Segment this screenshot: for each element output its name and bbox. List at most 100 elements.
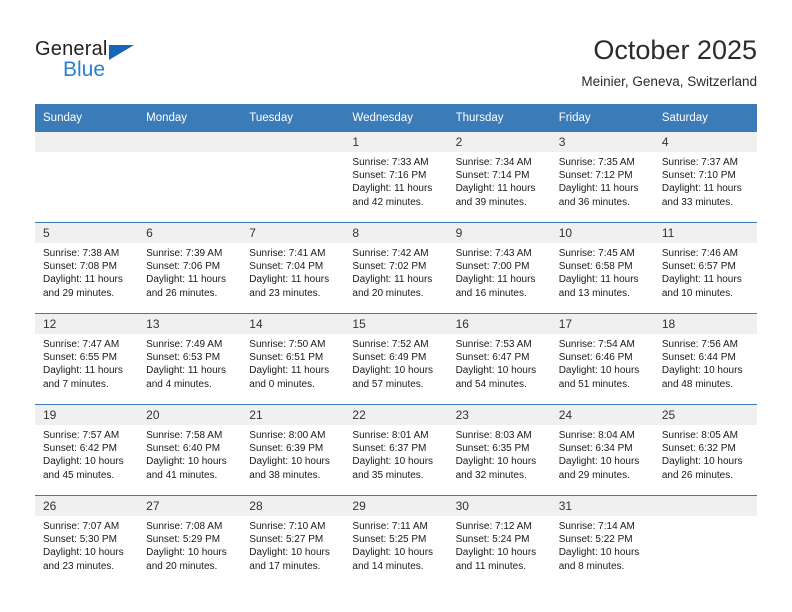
day-number: 12 xyxy=(35,314,139,334)
sunrise-sunset-calendar: Sunday Monday Tuesday Wednesday Thursday… xyxy=(35,104,757,586)
weekday-header-tuesday: Tuesday xyxy=(241,104,345,132)
day-details: Sunrise: 8:03 AM Sunset: 6:35 PM Daylight:… xyxy=(448,425,551,482)
calendar-day-cell[interactable]: 5 Sunrise: 7:38 AM Sunset: 7:08 PM Daylight… xyxy=(35,222,139,314)
daylight-duration-line2: and 29 minutes. xyxy=(558,469,630,481)
day-details: Sunrise: 7:47 AM Sunset: 6:55 PM Daylight:… xyxy=(35,334,138,391)
day-details: Sunrise: 8:00 AM Sunset: 6:39 PM Daylight:… xyxy=(241,425,344,482)
calendar-day-cell[interactable]: 1 Sunrise: 7:33 AM Sunset: 7:16 PM Daylight… xyxy=(344,132,448,223)
calendar-day-cell[interactable]: 31 Sunrise: 7:14 AM Sunset: 5:22 PM Dayligh… xyxy=(550,495,654,586)
calendar-day-cell[interactable]: 27 Sunrise: 7:08 AM Sunset: 5:29 PM Dayligh… xyxy=(138,495,242,586)
day-number: 28 xyxy=(241,496,345,516)
calendar-page: General Blue October 2025 Meinier, Genev… xyxy=(0,0,792,612)
daylight-duration-line1: Daylight: 11 hours xyxy=(558,274,639,286)
calendar-day-cell[interactable]: 16 Sunrise: 7:53 AM Sunset: 6:47 PM Dayligh… xyxy=(447,313,551,405)
calendar-day-cell[interactable]: 26 Sunrise: 7:07 AM Sunset: 5:30 PM Dayligh… xyxy=(35,495,139,586)
sunset-time: Sunset: 7:08 PM xyxy=(43,261,117,273)
calendar-day-cell[interactable]: 29 Sunrise: 7:11 AM Sunset: 5:25 PM Dayligh… xyxy=(344,495,448,586)
calendar-day-cell[interactable]: 15 Sunrise: 7:52 AM Sunset: 6:49 PM Dayligh… xyxy=(344,313,448,405)
sunrise-time: Sunrise: 7:45 AM xyxy=(558,248,635,259)
day-number xyxy=(241,132,345,152)
sunrise-time: Sunrise: 7:34 AM xyxy=(455,157,532,168)
day-details: Sunrise: 7:50 AM Sunset: 6:51 PM Daylight:… xyxy=(241,334,344,391)
sunrise-time: Sunrise: 7:08 AM xyxy=(146,521,223,532)
calendar-day-cell[interactable]: 28 Sunrise: 7:10 AM Sunset: 5:27 PM Dayligh… xyxy=(241,495,345,586)
sunset-time: Sunset: 7:12 PM xyxy=(558,170,633,182)
calendar-day-cell[interactable]: 4 Sunrise: 7:37 AM Sunset: 7:10 PM Daylight… xyxy=(653,132,757,223)
calendar-day-cell[interactable]: 10 Sunrise: 7:45 AM Sunset: 6:58 PM Dayligh… xyxy=(550,222,654,314)
sunrise-time: Sunrise: 7:42 AM xyxy=(352,248,429,259)
sunrise-time: Sunrise: 8:01 AM xyxy=(352,430,429,441)
day-number: 3 xyxy=(550,132,654,152)
daylight-duration-line1: Daylight: 10 hours xyxy=(558,456,640,468)
sunset-time: Sunset: 7:14 PM xyxy=(455,170,530,182)
day-number: 2 xyxy=(447,132,551,152)
calendar-day-cell[interactable]: 7 Sunrise: 7:41 AM Sunset: 7:04 PM Daylight… xyxy=(241,222,345,314)
day-details: Sunrise: 7:57 AM Sunset: 6:42 PM Daylight:… xyxy=(35,425,138,482)
day-number: 4 xyxy=(653,132,757,152)
daylight-duration-line2: and 38 minutes. xyxy=(249,469,321,481)
page-title: October 2025 xyxy=(593,35,757,65)
calendar-day-cell[interactable]: 11 Sunrise: 7:46 AM Sunset: 6:57 PM Dayligh… xyxy=(653,222,757,314)
sunset-time: Sunset: 5:22 PM xyxy=(558,534,633,546)
daylight-duration-line1: Daylight: 11 hours xyxy=(43,274,123,286)
daylight-duration-line1: Daylight: 11 hours xyxy=(249,365,330,377)
sunrise-time: Sunrise: 7:56 AM xyxy=(661,339,738,350)
day-number: 31 xyxy=(550,496,654,516)
calendar-day-cell[interactable]: 3 Sunrise: 7:35 AM Sunset: 7:12 PM Daylight… xyxy=(550,132,654,223)
sunset-time: Sunset: 6:46 PM xyxy=(558,352,633,364)
sunrise-time: Sunrise: 7:07 AM xyxy=(43,521,120,532)
daylight-duration-line2: and 4 minutes. xyxy=(146,378,212,390)
general-blue-logo[interactable]: General Blue xyxy=(35,38,215,82)
calendar-day-cell[interactable]: 23 Sunrise: 8:03 AM Sunset: 6:35 PM Dayligh… xyxy=(447,404,551,496)
sunrise-time: Sunrise: 7:35 AM xyxy=(558,157,635,168)
calendar-day-cell[interactable]: 18 Sunrise: 7:56 AM Sunset: 6:44 PM Dayligh… xyxy=(653,313,757,405)
day-number xyxy=(138,132,242,152)
day-number: 14 xyxy=(241,314,345,334)
day-details: Sunrise: 7:34 AM Sunset: 7:14 PM Daylight:… xyxy=(448,152,551,209)
sunset-time: Sunset: 5:27 PM xyxy=(249,534,324,546)
calendar-day-cell[interactable]: 2 Sunrise: 7:34 AM Sunset: 7:14 PM Daylight… xyxy=(447,132,551,223)
sunset-time: Sunset: 6:39 PM xyxy=(249,443,324,455)
calendar-day-cell[interactable]: 6 Sunrise: 7:39 AM Sunset: 7:06 PM Daylight… xyxy=(138,222,242,314)
calendar-day-cell[interactable]: 8 Sunrise: 7:42 AM Sunset: 7:02 PM Daylight… xyxy=(344,222,448,314)
sunset-time: Sunset: 6:35 PM xyxy=(455,443,530,455)
daylight-duration-line1: Daylight: 10 hours xyxy=(43,456,124,468)
weekday-header-thursday: Thursday xyxy=(447,104,551,132)
calendar-day-cell[interactable]: 17 Sunrise: 7:54 AM Sunset: 6:46 PM Dayligh… xyxy=(550,313,654,405)
daylight-duration-line1: Daylight: 10 hours xyxy=(249,456,330,468)
calendar-day-cell[interactable]: 13 Sunrise: 7:49 AM Sunset: 6:53 PM Dayligh… xyxy=(138,313,242,405)
calendar-day-cell[interactable]: 21 Sunrise: 8:00 AM Sunset: 6:39 PM Dayligh… xyxy=(241,404,345,496)
daylight-duration-line1: Daylight: 11 hours xyxy=(661,183,742,195)
sunrise-time: Sunrise: 7:53 AM xyxy=(455,339,532,350)
daylight-duration-line1: Daylight: 10 hours xyxy=(146,456,227,468)
daylight-duration-line1: Daylight: 11 hours xyxy=(455,183,536,195)
sunrise-time: Sunrise: 7:54 AM xyxy=(558,339,635,350)
daylight-duration-line2: and 45 minutes. xyxy=(43,469,115,481)
daylight-duration-line2: and 33 minutes. xyxy=(661,196,734,208)
daylight-duration-line2: and 54 minutes. xyxy=(455,378,527,390)
sunset-time: Sunset: 5:30 PM xyxy=(43,534,117,546)
sunrise-time: Sunrise: 7:12 AM xyxy=(455,521,532,532)
calendar-day-cell[interactable]: 9 Sunrise: 7:43 AM Sunset: 7:00 PM Daylight… xyxy=(447,222,551,314)
daylight-duration-line2: and 8 minutes. xyxy=(558,560,625,572)
sunset-time: Sunset: 7:02 PM xyxy=(352,261,427,273)
calendar-day-cell[interactable]: 24 Sunrise: 8:04 AM Sunset: 6:34 PM Dayligh… xyxy=(550,404,654,496)
day-details: Sunrise: 7:54 AM Sunset: 6:46 PM Daylight:… xyxy=(551,334,654,391)
day-details: Sunrise: 8:01 AM Sunset: 6:37 PM Daylight:… xyxy=(344,425,447,482)
day-details: Sunrise: 7:43 AM Sunset: 7:00 PM Daylight:… xyxy=(448,243,551,300)
day-number xyxy=(653,496,757,516)
daylight-duration-line2: and 11 minutes. xyxy=(455,560,526,572)
calendar-day-cell[interactable]: 22 Sunrise: 8:01 AM Sunset: 6:37 PM Dayligh… xyxy=(344,404,448,496)
calendar-day-cell[interactable]: 30 Sunrise: 7:12 AM Sunset: 5:24 PM Dayligh… xyxy=(447,495,551,586)
calendar-day-cell[interactable]: 19 Sunrise: 7:57 AM Sunset: 6:42 PM Dayligh… xyxy=(35,404,139,496)
day-number: 11 xyxy=(653,223,757,243)
daylight-duration-line1: Daylight: 11 hours xyxy=(455,274,536,286)
daylight-duration-line1: Daylight: 10 hours xyxy=(352,456,434,468)
sunset-time: Sunset: 6:58 PM xyxy=(558,261,633,273)
daylight-duration-line2: and 41 minutes. xyxy=(146,469,218,481)
calendar-day-cell[interactable]: 14 Sunrise: 7:50 AM Sunset: 6:51 PM Dayligh… xyxy=(241,313,345,405)
daylight-duration-line1: Daylight: 11 hours xyxy=(146,365,226,377)
calendar-day-cell[interactable]: 20 Sunrise: 7:58 AM Sunset: 6:40 PM Dayligh… xyxy=(138,404,242,496)
calendar-day-cell[interactable]: 12 Sunrise: 7:47 AM Sunset: 6:55 PM Dayligh… xyxy=(35,313,139,405)
calendar-day-cell[interactable]: 25 Sunrise: 8:05 AM Sunset: 6:32 PM Dayligh… xyxy=(653,404,757,496)
